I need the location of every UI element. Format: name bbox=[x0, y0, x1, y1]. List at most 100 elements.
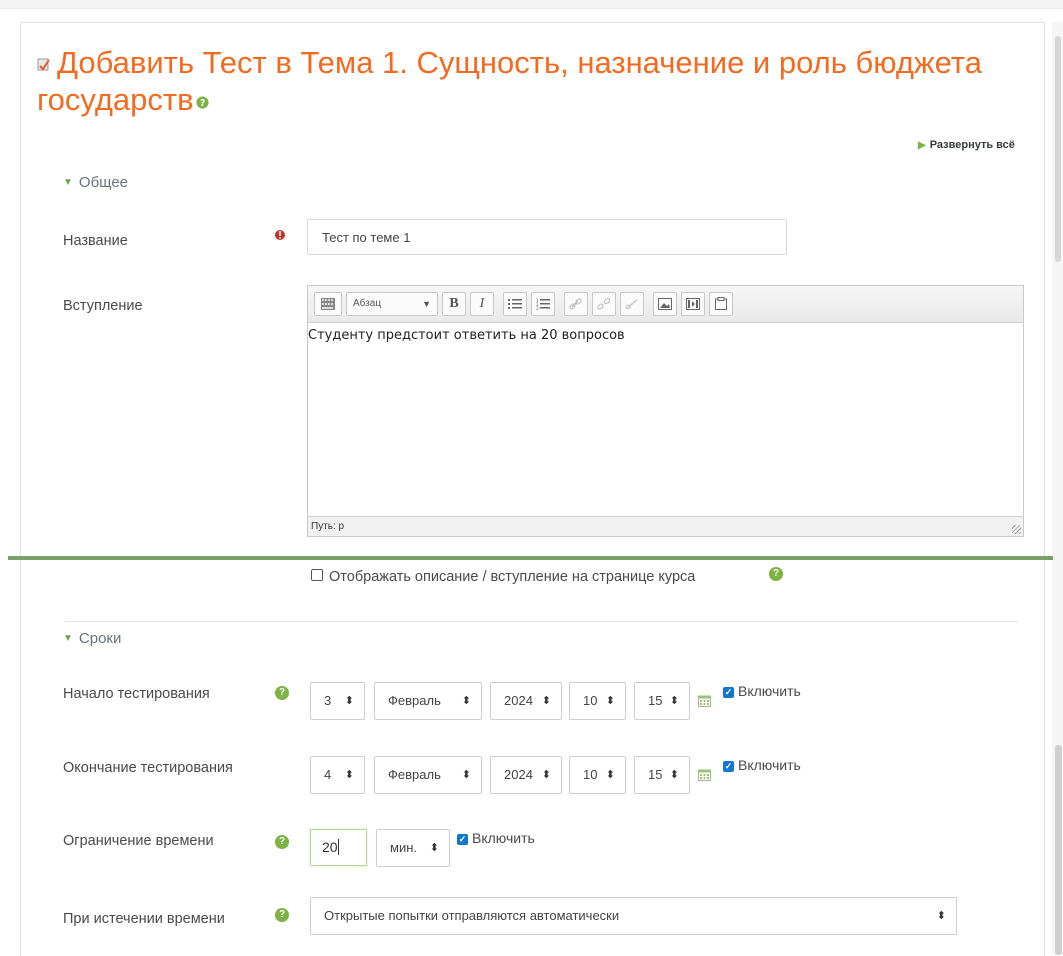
name-input[interactable]: Тест по теме 1 bbox=[307, 219, 787, 255]
close-day-value: 4 bbox=[324, 767, 332, 782]
overdue-handling-label: При истечении времени bbox=[63, 911, 225, 927]
link-icon bbox=[569, 298, 582, 310]
scrollbar-thumb[interactable] bbox=[1055, 36, 1061, 262]
image-icon bbox=[658, 298, 672, 310]
toolbar-toggle-button[interactable] bbox=[314, 292, 342, 316]
link-button[interactable] bbox=[564, 292, 588, 316]
italic-button[interactable]: I bbox=[470, 292, 494, 316]
page-title-text: Добавить Тест в Тема 1. Сущность, назнач… bbox=[37, 45, 982, 117]
anchor-button[interactable] bbox=[620, 292, 644, 316]
separator-line bbox=[8, 556, 1053, 560]
open-year-select[interactable]: 2024 ⬍ bbox=[490, 682, 562, 720]
checkmark-icon[interactable]: ✓ bbox=[723, 687, 734, 698]
caret-right-icon: ▶ bbox=[918, 140, 926, 151]
section-timing-label: Сроки bbox=[78, 630, 122, 647]
time-limit-enable-label: Включить bbox=[472, 830, 535, 846]
unlink-icon bbox=[597, 297, 611, 310]
close-hour-select[interactable]: 10 ⬍ bbox=[569, 756, 626, 794]
checkmark-icon[interactable]: ✓ bbox=[457, 834, 468, 845]
close-month-select[interactable]: Февраль ⬍ bbox=[374, 756, 482, 794]
quiz-icon bbox=[37, 58, 50, 71]
section-general-toggle[interactable]: ▼ Общее bbox=[63, 174, 128, 191]
updown-icon: ⬍ bbox=[669, 695, 679, 707]
open-minute-value: 15 bbox=[648, 693, 663, 708]
updown-icon: ⬍ bbox=[344, 695, 354, 707]
close-year-value: 2024 bbox=[504, 767, 533, 782]
ordered-list-button[interactable]: 123 bbox=[531, 292, 555, 316]
editor-content[interactable]: Студенту предстоит ответить на 20 вопрос… bbox=[308, 322, 1023, 522]
caret-down-icon: ▼ bbox=[63, 177, 73, 188]
image-button[interactable] bbox=[653, 292, 677, 316]
text-caret bbox=[337, 839, 339, 855]
toolbar-toggle-icon bbox=[321, 298, 335, 310]
overdue-handling-select[interactable]: Открытые попытки отправляются автоматиче… bbox=[310, 897, 957, 935]
calendar-icon[interactable] bbox=[698, 694, 711, 707]
paste-icon bbox=[715, 297, 727, 310]
calendar-icon[interactable] bbox=[698, 768, 711, 781]
show-description-option[interactable]: Отображать описание / вступление на стра… bbox=[311, 569, 695, 585]
open-month-select[interactable]: Февраль ⬍ bbox=[374, 682, 482, 720]
time-limit-value: 20 bbox=[322, 839, 338, 855]
updown-icon: ⬍ bbox=[461, 769, 471, 781]
format-select-value: Абзац bbox=[353, 298, 382, 309]
help-icon[interactable]: ? bbox=[275, 686, 289, 700]
updown-icon: ⬍ bbox=[936, 910, 946, 922]
editor-path: Путь: p bbox=[308, 516, 1023, 536]
help-icon[interactable]: ? bbox=[275, 835, 289, 849]
checkmark-icon[interactable]: ✓ bbox=[723, 761, 734, 772]
open-day-select[interactable]: 3 ⬍ bbox=[310, 682, 365, 720]
svg-text:3: 3 bbox=[536, 306, 539, 310]
close-month-value: Февраль bbox=[388, 767, 441, 782]
open-hour-select[interactable]: 10 ⬍ bbox=[569, 682, 626, 720]
close-date-label: Окончание тестирования bbox=[63, 760, 233, 776]
open-enable-label: Включить bbox=[738, 683, 801, 699]
unlink-button[interactable] bbox=[592, 292, 616, 316]
time-limit-enable-option[interactable]: ✓ Включить bbox=[457, 830, 535, 846]
time-limit-unit-select[interactable]: мин. ⬍ bbox=[376, 829, 450, 867]
media-icon bbox=[686, 298, 700, 310]
help-icon[interactable]: ? bbox=[769, 567, 783, 581]
time-limit-unit-value: мин. bbox=[390, 840, 417, 855]
open-date-label: Начало тестирования bbox=[63, 686, 210, 702]
unordered-list-icon bbox=[508, 299, 522, 309]
intro-label: Вступление bbox=[63, 298, 143, 314]
open-hour-value: 10 bbox=[583, 693, 598, 708]
expand-all-link[interactable]: ▶ Развернуть всё bbox=[918, 139, 1015, 151]
open-minute-select[interactable]: 15 ⬍ bbox=[634, 682, 690, 720]
unordered-list-button[interactable] bbox=[503, 292, 527, 316]
intro-editor[interactable]: Абзац ▼ B I 123 Студенту предстоит ответи… bbox=[307, 285, 1024, 537]
show-description-checkbox[interactable] bbox=[311, 569, 323, 581]
time-limit-label: Ограничение времени bbox=[63, 833, 214, 849]
help-icon[interactable]: ? bbox=[196, 96, 209, 109]
svg-text:?: ? bbox=[199, 98, 204, 109]
updown-icon: ⬍ bbox=[605, 695, 615, 707]
ordered-list-icon: 123 bbox=[536, 298, 550, 311]
time-limit-input[interactable]: 20 bbox=[310, 829, 367, 866]
close-year-select[interactable]: 2024 ⬍ bbox=[490, 756, 562, 794]
updown-icon: ⬍ bbox=[461, 695, 471, 707]
open-month-value: Февраль bbox=[388, 693, 441, 708]
help-icon[interactable]: ? bbox=[275, 908, 289, 922]
updown-icon: ⬍ bbox=[541, 769, 551, 781]
anchor-icon bbox=[625, 299, 638, 310]
open-enable-option[interactable]: ✓ Включить bbox=[723, 683, 801, 699]
overdue-handling-value: Открытые попытки отправляются автоматиче… bbox=[324, 908, 620, 923]
close-enable-option[interactable]: ✓ Включить bbox=[723, 757, 801, 773]
close-day-select[interactable]: 4 ⬍ bbox=[310, 756, 365, 794]
close-minute-select[interactable]: 15 ⬍ bbox=[634, 756, 690, 794]
updown-icon: ⬍ bbox=[541, 695, 551, 707]
top-bar bbox=[0, 0, 1063, 9]
expand-all-label: Развернуть всё bbox=[929, 139, 1015, 151]
close-enable-label: Включить bbox=[738, 757, 801, 773]
bold-button[interactable]: B bbox=[442, 292, 466, 316]
required-icon bbox=[275, 230, 285, 240]
paste-button[interactable] bbox=[709, 292, 733, 316]
section-timing-toggle[interactable]: ▼ Сроки bbox=[63, 630, 121, 647]
media-button[interactable] bbox=[681, 292, 705, 316]
updown-icon: ⬍ bbox=[669, 769, 679, 781]
format-select[interactable]: Абзац ▼ bbox=[346, 292, 438, 316]
bold-icon: B bbox=[449, 296, 459, 311]
resize-handle-icon[interactable] bbox=[1012, 525, 1021, 534]
outer-scrollbar-thumb[interactable] bbox=[1055, 745, 1062, 955]
show-description-label: Отображать описание / вступление на стра… bbox=[329, 569, 696, 585]
